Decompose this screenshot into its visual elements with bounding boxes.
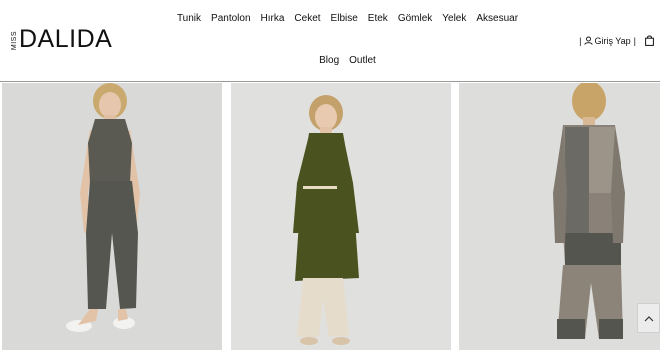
main-nav: Tunik Pantolon Hırka Ceket Elbise Etek G… (0, 13, 660, 24)
secondary-nav: Blog Outlet (0, 55, 660, 66)
product-card-2[interactable] (231, 83, 451, 350)
logo-prefix: MISS (11, 30, 18, 50)
nav-item-pantolon[interactable]: Pantolon (211, 13, 250, 24)
login-label: Giriş Yap (594, 35, 631, 46)
account-bar: | Giriş Yap | (576, 35, 654, 46)
nav-item-outlet[interactable]: Outlet (349, 55, 376, 66)
product-card-3[interactable] (459, 83, 660, 350)
chevron-up-icon (644, 309, 654, 327)
login-link[interactable]: Giriş Yap (584, 35, 631, 46)
user-icon (584, 36, 594, 45)
divider: | (633, 35, 636, 46)
product-photo-1 (2, 83, 222, 350)
brand-logo[interactable]: MISS DALIDA (11, 25, 113, 53)
nav-item-hirka[interactable]: Hırka (261, 13, 285, 24)
nav-item-aksesuar[interactable]: Aksesuar (476, 13, 518, 24)
site-header: MISS DALIDA Tunik Pantolon Hırka Ceket E… (0, 0, 660, 82)
divider: | (579, 35, 582, 46)
nav-item-etek[interactable]: Etek (368, 13, 388, 24)
nav-item-elbise[interactable]: Elbise (331, 13, 358, 24)
nav-item-blog[interactable]: Blog (319, 55, 339, 66)
nav-item-ceket[interactable]: Ceket (294, 13, 320, 24)
nav-item-gomlek[interactable]: Gömlek (398, 13, 432, 24)
shopping-bag-icon[interactable] (645, 35, 654, 46)
scroll-to-top-button[interactable] (637, 303, 660, 333)
nav-item-yelek[interactable]: Yelek (442, 13, 466, 24)
logo-wordmark: DALIDA (19, 25, 113, 53)
product-card-1[interactable] (2, 83, 222, 350)
product-photo-3 (459, 83, 660, 350)
product-photo-2 (231, 83, 451, 350)
nav-item-tunik[interactable]: Tunik (177, 13, 201, 24)
